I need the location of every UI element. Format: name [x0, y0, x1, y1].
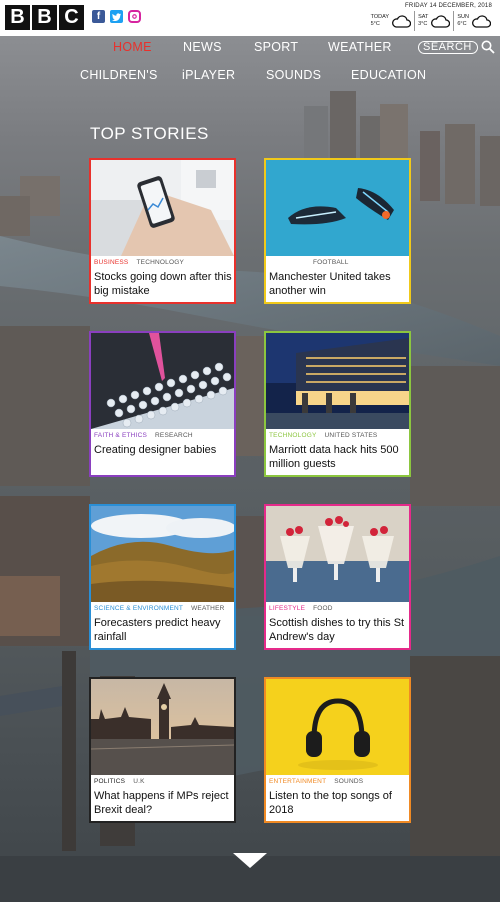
social-links: f — [92, 10, 141, 23]
story-category[interactable]: LIFESTYLE — [269, 605, 305, 612]
story-tag[interactable]: SOUNDS — [334, 778, 363, 785]
forecast-temp: 3°C — [418, 21, 428, 27]
logo-letter-b2: B — [32, 5, 57, 30]
forecast-sun[interactable]: SUN 6°C — [453, 11, 494, 31]
story-headline[interactable]: Listen to the top songs of 2018 — [269, 789, 409, 817]
cloud-icon — [431, 15, 451, 28]
story-tag[interactable]: TECHNOLOGY — [136, 259, 184, 266]
story-category[interactable]: TECHNOLOGY — [269, 432, 317, 439]
forecast-day: TODAY — [370, 14, 390, 20]
section-title: TOP STORIES — [90, 124, 209, 143]
story-image-football-boots — [266, 160, 409, 256]
story-image-hotel — [266, 333, 409, 429]
bbc-logo[interactable]: B B C — [5, 5, 84, 30]
story-headline[interactable]: Stocks going down after this big mistake — [94, 270, 234, 298]
logo-letter-b1: B — [5, 5, 30, 30]
story-headline[interactable]: What happens if MPs reject Brexit deal? — [94, 789, 234, 817]
story-card[interactable]: TECHNOLOGY UNITED STATES Marriott data h… — [264, 331, 411, 477]
story-image-headphones — [266, 679, 409, 775]
story-image-desserts — [266, 506, 409, 602]
story-headline[interactable]: Marriott data hack hits 500 million gues… — [269, 443, 409, 471]
story-tag[interactable]: U.K — [133, 778, 144, 785]
nav-home[interactable]: HOME — [113, 40, 152, 54]
forecast-day: SUN — [457, 14, 469, 20]
nav-education[interactable]: EDUCATION — [351, 68, 426, 82]
city-background — [0, 36, 500, 902]
forecast-temp: 6°C — [457, 21, 467, 27]
nav-sounds[interactable]: SOUNDS — [266, 68, 321, 82]
story-tag[interactable]: UNITED STATES — [325, 432, 378, 439]
story-category[interactable]: BUSINESS — [94, 259, 128, 266]
story-tag[interactable]: FOOD — [313, 605, 333, 612]
twitter-icon[interactable] — [110, 10, 123, 23]
facebook-icon[interactable]: f — [92, 10, 105, 23]
weather-forecast[interactable]: TODAY 5°C SAT 3°C SUN 6°C — [368, 11, 494, 31]
story-card[interactable]: BUSINESS TECHNOLOGY Stocks going down af… — [89, 158, 236, 304]
nav-weather[interactable]: WEATHER — [328, 40, 392, 54]
story-card[interactable]: SCIENCE & ENVIRONMENT WEATHER Forecaster… — [89, 504, 236, 650]
story-category[interactable]: SCIENCE & ENVIRONMENT — [94, 605, 183, 612]
forecast-sat[interactable]: SAT 3°C — [414, 11, 453, 31]
forecast-today[interactable]: TODAY 5°C — [368, 11, 414, 31]
nav-iplayer[interactable]: iPLAYER — [182, 68, 235, 82]
story-card[interactable]: FOOTBALL Manchester United takes another… — [264, 158, 411, 304]
story-category[interactable]: ENTERTAINMENT — [269, 778, 326, 785]
story-card[interactable]: FAITH & ETHICS RESEARCH Creating designe… — [89, 331, 236, 477]
forecast-temp: 5°C — [370, 21, 380, 27]
nav-sport[interactable]: SPORT — [254, 40, 298, 54]
top-bar: B B C f FRIDAY 14 DECEMBER, 2018 TODAY 5… — [0, 0, 500, 36]
london-skyline-image — [0, 91, 500, 902]
story-image-phone-chart — [91, 160, 234, 256]
story-card[interactable]: LIFESTYLE FOOD Scottish dishes to try th… — [264, 504, 411, 650]
story-category[interactable]: FAITH & ETHICS — [94, 432, 147, 439]
scroll-down-arrow-icon[interactable] — [233, 853, 267, 869]
search-input[interactable]: SEARCH — [418, 41, 478, 54]
cloud-icon — [392, 15, 412, 28]
story-headline[interactable]: Manchester United takes another win — [269, 270, 409, 298]
story-image-highlands — [91, 506, 234, 602]
story-category[interactable]: POLITICS — [94, 778, 125, 785]
story-tag[interactable]: RESEARCH — [155, 432, 193, 439]
story-image-lab-tray — [91, 333, 234, 429]
nav-childrens[interactable]: CHILDREN'S — [80, 68, 158, 82]
search-icon[interactable] — [481, 40, 495, 54]
cloud-icon — [472, 15, 491, 28]
instagram-icon[interactable] — [128, 10, 141, 23]
nav-news[interactable]: NEWS — [183, 40, 222, 54]
story-headline[interactable]: Creating designer babies — [94, 443, 234, 457]
forecast-day: SAT — [418, 14, 429, 20]
story-headline[interactable]: Forecasters predict heavy rainfall — [94, 616, 234, 644]
story-headline[interactable]: Scottish dishes to try this St Andrew's … — [269, 616, 409, 644]
logo-letter-c: C — [59, 5, 84, 30]
date-label: FRIDAY 14 DECEMBER, 2018 — [405, 3, 492, 9]
story-image-big-ben — [91, 679, 234, 775]
story-tag[interactable]: WEATHER — [191, 605, 224, 612]
story-card[interactable]: ENTERTAINMENT SOUNDS Listen to the top s… — [264, 677, 411, 823]
story-tag[interactable]: FOOTBALL — [313, 259, 349, 266]
story-card[interactable]: POLITICS U.K What happens if MPs reject … — [89, 677, 236, 823]
